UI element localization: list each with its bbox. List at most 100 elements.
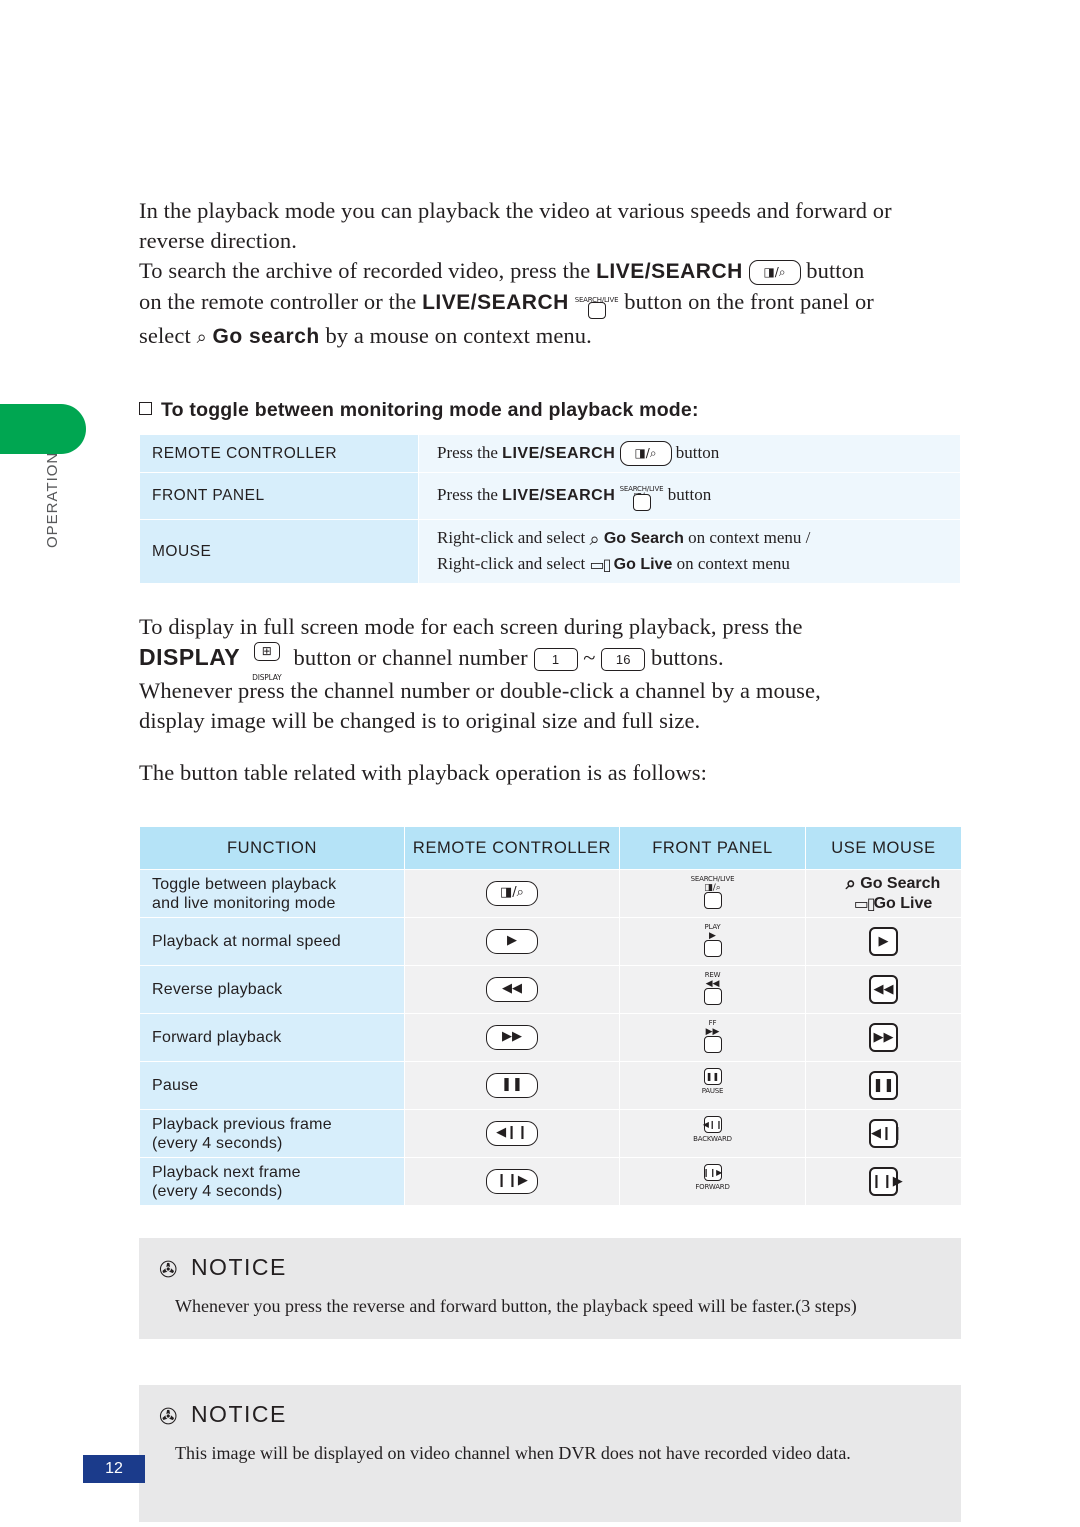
play-icon: ▶	[869, 927, 898, 957]
display-key-icon: ⊞ DISPLAY	[246, 642, 288, 682]
header-front-panel: FRONT PANEL	[619, 826, 806, 871]
mid-line-1: To display in full screen mode for each …	[139, 613, 803, 639]
panel-key-step-back: ◀❙❙ BACKWARD	[619, 1109, 806, 1159]
notice-body-1: Whenever you press the reverse and forwa…	[175, 1296, 857, 1317]
live-search-panel-key-icon: SEARCH/LIVE ◨/⌕	[620, 479, 664, 513]
fast-forward-icon: ▶▶	[869, 1023, 898, 1053]
pause-icon: ❚❚	[869, 1071, 898, 1101]
remote-key-pause: ❚❚	[404, 1061, 620, 1111]
table-row: Playback previous frame (every 4 seconds)…	[139, 1109, 962, 1159]
mid-line-5-paragraph: The button table related with playback o…	[139, 758, 961, 788]
step-forward-icon: ❙❙▶	[869, 1167, 903, 1197]
table-row: Reverse playback ◀◀ REW ◀◀ ◀◀	[139, 965, 962, 1015]
mouse-key-step-back: ◀❙❙	[805, 1109, 962, 1159]
step-backward-icon: ◀❙❙	[869, 1119, 903, 1149]
button-text-1: button	[675, 442, 720, 462]
notice-icon: ✇	[159, 1258, 179, 1284]
notice-box-1: ✇ NOTICE Whenever you press the reverse a…	[139, 1238, 961, 1340]
toggle-value-mouse: Right-click and select ⌕ Go Search on co…	[418, 519, 961, 584]
remote-key-step-forward: ❙❙▶	[404, 1157, 620, 1207]
search-icon: ⌕	[845, 872, 856, 894]
subheading: To toggle between monitoring mode and pl…	[139, 399, 961, 422]
monitor-icon: ▭▯	[853, 893, 876, 913]
toggle-label-mouse: MOUSE	[139, 519, 419, 584]
mid-line-3: Whenever press the channel number or dou…	[139, 678, 821, 704]
tilde: ~	[583, 644, 596, 670]
function-playback-normal-speed: Playback at normal speed	[139, 917, 405, 967]
go-search-bold: Go Search	[603, 530, 684, 548]
live-search-remote-key-icon: ◨/⌕	[748, 260, 801, 286]
go-search-label: Go search	[212, 325, 320, 348]
remote-key-step-back: ◀❙❙	[404, 1109, 620, 1159]
intro-line-4a: select	[139, 323, 191, 348]
panel-key-step-forward: ❙❙▶ FORWARD	[619, 1157, 806, 1207]
function-toggle-playback-live: Toggle between playback and live monitori…	[139, 869, 405, 919]
chapter-tab	[0, 404, 86, 454]
display-key-caption: DISPLAY	[252, 673, 282, 683]
remote-key-live-search: ◨/⌕	[404, 869, 620, 919]
playback-button-table: FUNCTION REMOTE CONTROLLER FRONT PANEL U…	[139, 826, 962, 1207]
toggle-mode-table: REMOTE CONTROLLER Press the LIVE/SEARCH …	[139, 433, 961, 584]
livesearch-label-1: LIVE/SEARCH	[596, 260, 743, 283]
notice-title-2: NOTICE	[190, 1401, 287, 1428]
function-forward-playback: Forward playback	[139, 1013, 405, 1063]
play-panel-key-icon: PLAY ▶	[691, 923, 735, 959]
search-live-panel-key-icon: SEARCH/LIVE ◨/⌕	[691, 875, 735, 911]
mouse-line-2a: Right-click and select	[437, 553, 586, 573]
go-live-bold: Go Live	[613, 555, 673, 573]
table-row: Playback next frame (every 4 seconds) ❙❙▶…	[139, 1157, 962, 1207]
fast-forward-icon: ▶▶	[486, 1025, 538, 1051]
notice-body-2: This image will be displayed on video ch…	[175, 1443, 851, 1464]
intro-line-1: In the playback mode you can playback th…	[139, 198, 892, 253]
press-the-text-1: Press the	[437, 442, 498, 462]
toggle-value-remote: Press the LIVE/SEARCH ◨/⌕ button	[418, 433, 961, 474]
mid-line-2b: buttons.	[650, 644, 724, 670]
mouse-key-forward: ▶▶	[805, 1013, 962, 1063]
table-row: FRONT PANEL Press the LIVE/SEARCH SEARCH…	[139, 472, 961, 521]
pause-icon: ❚❚	[486, 1073, 538, 1099]
mouse-line-1c: on context menu /	[688, 528, 811, 548]
intro-line-4c: by a mouse on context menu.	[325, 323, 592, 348]
step-forward-icon: ❙❙▶	[486, 1169, 538, 1195]
panel-key-forward: FF ▶▶	[619, 1013, 806, 1063]
header-use-mouse: USE MOUSE	[805, 826, 962, 871]
mouse-line-1a: Right-click and select	[437, 528, 586, 548]
press-the-text-2: Press the	[437, 485, 498, 505]
table-row: REMOTE CONTROLLER Press the LIVE/SEARCH …	[139, 433, 961, 474]
step-backward-icon: ◀❙❙	[486, 1121, 538, 1147]
function-reverse-playback: Reverse playback	[139, 965, 405, 1015]
panel-key-play: PLAY ▶	[619, 917, 806, 967]
function-next-frame: Playback next frame (every 4 seconds)	[139, 1157, 405, 1207]
pause-panel-key-icon: ❚❚ PAUSE	[691, 1066, 735, 1106]
intro-line-3a: on the remote controller or the	[139, 289, 417, 315]
header-function: FUNCTION	[139, 826, 405, 871]
intro-line-3b: button on the front panel or	[624, 289, 874, 315]
mouse-key-play: ▶	[805, 917, 962, 967]
mouse-key-pause: ❚❚	[805, 1061, 962, 1111]
panel-key-pause: ❚❚ PAUSE	[619, 1061, 806, 1111]
display-label: DISPLAY	[139, 643, 241, 670]
search-icon: ⌕	[196, 326, 207, 348]
section-side-label: OPERATION	[44, 451, 61, 548]
mouse-go-search-label: Go Search	[860, 874, 941, 892]
notice-title-1: NOTICE	[190, 1254, 287, 1281]
intro-paragraph: In the playback mode you can playback th…	[139, 196, 961, 353]
remote-key-play: ▶	[404, 917, 620, 967]
mid-line-2a: button or channel number	[293, 644, 528, 670]
page-number: 12	[83, 1455, 145, 1483]
table-row: Playback at normal speed ▶ PLAY ▶ ▶	[139, 917, 962, 967]
live-search-panel-key-icon: SEARCH/LIVE ◨/⌕	[575, 287, 619, 321]
notice-heading-1: ✇ NOTICE	[159, 1254, 941, 1283]
channel-16-key: 16	[601, 647, 646, 671]
toggle-label-front-panel: FRONT PANEL	[139, 472, 419, 521]
intro-line-2b: button	[806, 258, 865, 283]
rewind-icon: ◀◀	[486, 977, 538, 1003]
remote-key-forward: ▶▶	[404, 1013, 620, 1063]
page-content: In the playback mode you can playback th…	[139, 0, 962, 1523]
button-text-2: button	[667, 485, 712, 505]
notice-heading-2: ✇ NOTICE	[159, 1401, 941, 1430]
header-remote-controller: REMOTE CONTROLLER	[404, 826, 620, 871]
function-pause: Pause	[139, 1061, 405, 1111]
livesearch-label-2: LIVE/SEARCH	[422, 291, 569, 315]
table-row: Toggle between playback and live monitori…	[139, 869, 962, 919]
